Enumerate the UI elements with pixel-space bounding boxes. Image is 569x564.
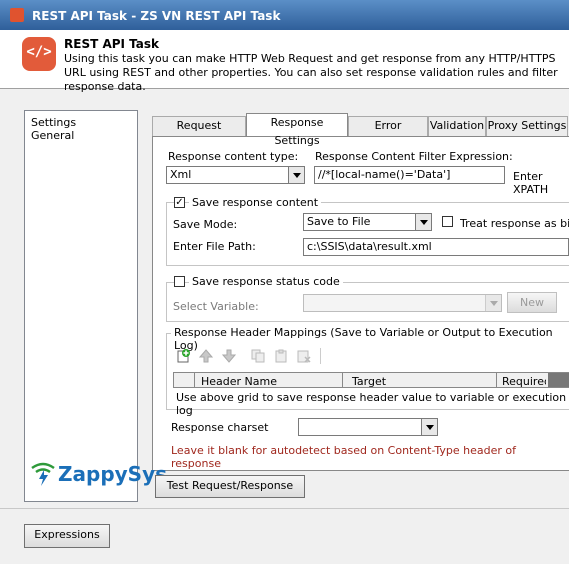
new-variable-button[interactable]: New bbox=[507, 292, 557, 313]
save-content-checkbox[interactable]: ✓ bbox=[174, 197, 185, 208]
tab-request-settings[interactable]: Request Settings bbox=[152, 116, 246, 150]
arrow-down-icon[interactable] bbox=[222, 349, 236, 363]
save-mode-select[interactable]: Save to File bbox=[303, 213, 432, 231]
code-icon: </> bbox=[22, 37, 56, 71]
treat-binary-checkbox[interactable] bbox=[442, 216, 453, 227]
toolbar-separator bbox=[320, 348, 321, 364]
window-title: REST API Task - ZS VN REST API Task bbox=[32, 9, 281, 23]
charset-select[interactable] bbox=[298, 418, 438, 436]
grid-scrollbar[interactable] bbox=[548, 373, 569, 387]
charset-hint: Leave it blank for autodetect based on C… bbox=[171, 444, 516, 470]
filter-label: Response Content Filter Expression: bbox=[315, 150, 513, 163]
chevron-down-icon[interactable] bbox=[415, 214, 431, 230]
test-request-button[interactable]: Test Request/Response bbox=[155, 475, 305, 498]
footer-divider bbox=[0, 508, 569, 509]
tab-proxy-settings[interactable]: Proxy Settings bbox=[486, 116, 568, 136]
app-icon bbox=[10, 8, 24, 22]
select-variable-label: Select Variable: bbox=[173, 300, 259, 313]
expressions-button[interactable]: Expressions bbox=[24, 524, 110, 548]
header-description: Using this task you can make HTTP Web Re… bbox=[64, 52, 558, 93]
chevron-down-icon[interactable] bbox=[421, 419, 437, 435]
add-row-icon[interactable] bbox=[177, 349, 191, 363]
content-type-value: Xml bbox=[170, 168, 192, 181]
copy-icon[interactable] bbox=[251, 349, 265, 363]
content-type-label: Response content type: bbox=[168, 150, 299, 163]
filter-expression-input[interactable]: //*[local-name()='Data'] bbox=[314, 166, 505, 184]
save-mode-value: Save to File bbox=[307, 215, 371, 228]
chevron-down-icon[interactable] bbox=[288, 167, 304, 183]
row-selector-header bbox=[174, 373, 195, 387]
tab-response-settings[interactable]: Response Settings bbox=[246, 113, 348, 147]
delete-row-icon[interactable] bbox=[297, 349, 311, 363]
zappysys-logo-text: ZappySys bbox=[58, 462, 168, 486]
column-target[interactable]: Target bbox=[352, 375, 386, 387]
charset-label: Response charset bbox=[171, 421, 269, 434]
paste-icon[interactable] bbox=[274, 349, 288, 363]
chevron-down-icon[interactable] bbox=[485, 295, 501, 311]
title-bar: REST API Task - ZS VN REST API Task bbox=[0, 0, 569, 30]
column-header-name[interactable]: Header Name bbox=[201, 375, 277, 387]
nav-item-general[interactable]: General bbox=[31, 129, 74, 142]
content-type-select[interactable]: Xml bbox=[166, 166, 305, 184]
header-mapping-grid[interactable]: Header Name Target Required bbox=[173, 372, 569, 388]
status-code-label: Save response status code bbox=[189, 275, 343, 288]
treat-binary-label: Treat response as binary bbox=[460, 217, 569, 230]
filter-hint: Enter XPATH bbox=[513, 170, 549, 196]
header-mappings-note: Use above grid to save response header v… bbox=[176, 391, 567, 417]
column-divider bbox=[342, 373, 343, 387]
file-path-input[interactable]: c:\SSIS\data\result.xml bbox=[303, 238, 569, 256]
arrow-up-icon[interactable] bbox=[199, 349, 213, 363]
tab-validation[interactable]: Validation bbox=[428, 116, 486, 136]
save-content-label: Save response content bbox=[189, 196, 322, 209]
file-path-label: Enter File Path: bbox=[173, 240, 256, 253]
save-mode-label: Save Mode: bbox=[173, 218, 238, 231]
status-code-checkbox[interactable] bbox=[174, 276, 185, 287]
column-divider bbox=[496, 373, 497, 387]
zappysys-logo-icon bbox=[31, 462, 55, 486]
nav-item-settings[interactable]: Settings bbox=[31, 116, 76, 129]
tab-error-handling[interactable]: Error Handling bbox=[348, 116, 428, 150]
variable-select[interactable] bbox=[303, 294, 502, 312]
save-content-group bbox=[166, 202, 569, 266]
left-nav: Settings General bbox=[24, 110, 138, 502]
header-title: REST API Task bbox=[64, 37, 160, 51]
column-required[interactable]: Required bbox=[502, 375, 546, 387]
